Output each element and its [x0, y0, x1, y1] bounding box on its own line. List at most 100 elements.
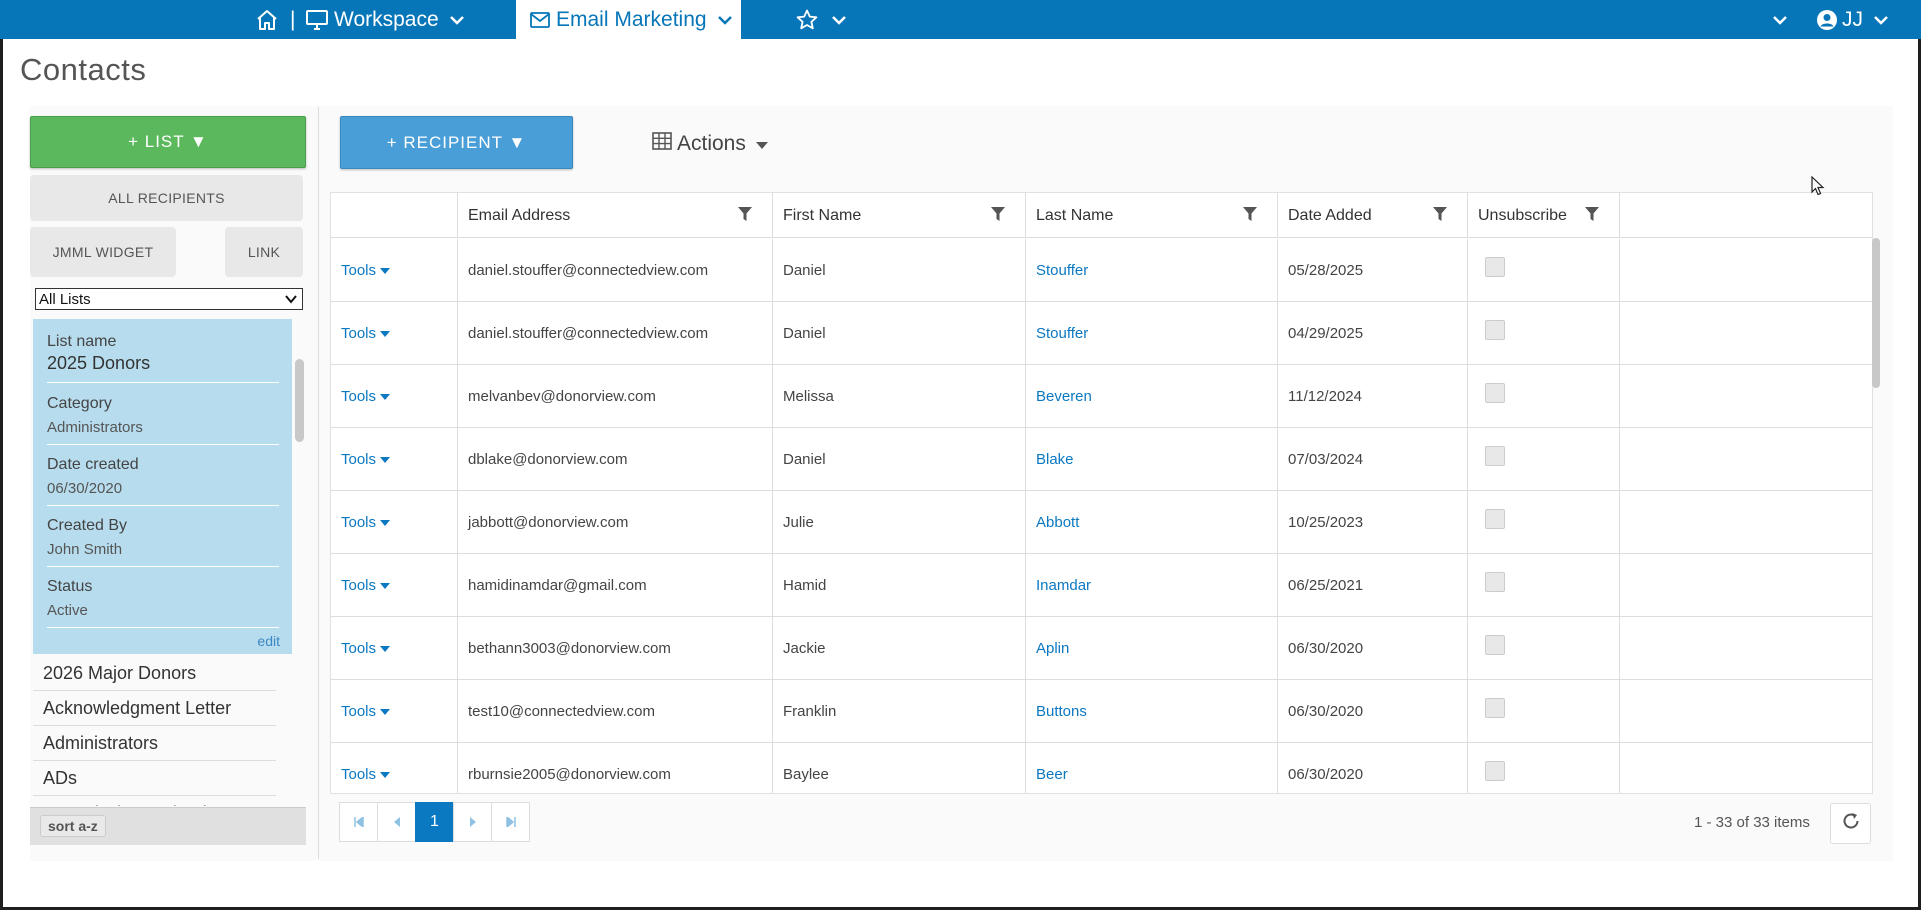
list-name-field: List name 2025 Donors	[47, 333, 279, 383]
last-name-cell[interactable]: Stouffer	[1026, 302, 1278, 365]
unsubscribe-cell	[1468, 239, 1620, 302]
unsubscribe-checkbox[interactable]	[1485, 572, 1505, 592]
unsubscribe-checkbox[interactable]	[1485, 446, 1505, 466]
refresh-button[interactable]	[1830, 803, 1871, 844]
date-added-cell: 05/28/2025	[1278, 239, 1468, 302]
add-recipient-button[interactable]: + RECIPIENT ▼	[340, 116, 573, 169]
workspace-menu[interactable]: Workspace	[305, 0, 465, 39]
unsubscribe-checkbox[interactable]	[1485, 320, 1505, 340]
tools-dropdown[interactable]: Tools	[341, 703, 391, 720]
unsubscribe-checkbox[interactable]	[1485, 383, 1505, 403]
link-button[interactable]: LINK	[225, 227, 303, 277]
unsubscribe-checkbox[interactable]	[1485, 509, 1505, 529]
list-item[interactable]: Annual Dinner Thank you	[33, 796, 276, 807]
unsubscribe-checkbox[interactable]	[1485, 635, 1505, 655]
next-page-button[interactable]	[453, 802, 492, 842]
first-name-cell: Hamid	[773, 554, 1026, 617]
last-name-cell[interactable]: Blake	[1026, 428, 1278, 491]
last-name-value[interactable]: Abbott	[1036, 514, 1079, 531]
filter-icon[interactable]	[1243, 207, 1257, 227]
email-cell: bethann3003@donorview.com	[458, 617, 773, 680]
page-number-button[interactable]: 1	[415, 802, 454, 842]
last-page-button[interactable]	[491, 802, 530, 842]
caret-down-icon	[380, 325, 391, 342]
tools-dropdown[interactable]: Tools	[341, 325, 391, 342]
list-filter-select[interactable]: All Lists	[35, 288, 303, 310]
email-value: hamidinamdar@gmail.com	[468, 577, 647, 594]
tools-dropdown[interactable]: Tools	[341, 577, 391, 594]
email-marketing-label: Email Marketing	[556, 7, 707, 31]
notifications-dropdown[interactable]	[1772, 0, 1788, 39]
first-name-cell: Daniel	[773, 239, 1026, 302]
first-name-cell: Franklin	[773, 680, 1026, 743]
tools-dropdown[interactable]: Tools	[341, 388, 391, 405]
sort-bar: sort a-z	[30, 807, 306, 845]
prev-page-button[interactable]	[377, 802, 416, 842]
column-header-email[interactable]: Email Address	[458, 193, 773, 238]
add-list-button[interactable]: + LIST ▼	[30, 116, 306, 168]
last-name-value[interactable]: Stouffer	[1036, 325, 1088, 342]
actions-menu[interactable]: Actions	[652, 132, 768, 156]
last-name-cell[interactable]: Abbott	[1026, 491, 1278, 554]
date-added-cell: 07/03/2024	[1278, 428, 1468, 491]
column-header-date-added[interactable]: Date Added	[1278, 193, 1468, 238]
list-item[interactable]: 2026 Major Donors	[33, 656, 276, 691]
last-name-cell[interactable]: Buttons	[1026, 680, 1278, 743]
sidebar-scrollbar[interactable]	[295, 359, 304, 442]
last-name-cell[interactable]: Inamdar	[1026, 554, 1278, 617]
all-recipients-button[interactable]: ALL RECIPIENTS	[30, 175, 303, 221]
column-header-unsubscribe[interactable]: Unsubscribe	[1468, 193, 1620, 238]
tab-email-marketing[interactable]: Email Marketing	[516, 0, 741, 39]
grid-scrollbar[interactable]	[1872, 238, 1880, 388]
last-name-value[interactable]: Inamdar	[1036, 577, 1091, 594]
list-item[interactable]: Acknowledgment Letter	[33, 691, 276, 726]
tools-dropdown[interactable]: Tools	[341, 451, 391, 468]
unsubscribe-checkbox[interactable]	[1485, 698, 1505, 718]
first-name-cell: Julie	[773, 491, 1026, 554]
tools-dropdown[interactable]: Tools	[341, 262, 391, 279]
last-name-value[interactable]: Beveren	[1036, 388, 1092, 405]
tools-cell: Tools	[331, 743, 458, 793]
last-name-cell[interactable]: Beveren	[1026, 365, 1278, 428]
last-name-cell[interactable]: Beer	[1026, 743, 1278, 793]
last-name-value[interactable]: Buttons	[1036, 703, 1087, 720]
unsubscribe-checkbox[interactable]	[1485, 761, 1505, 781]
tools-dropdown[interactable]: Tools	[341, 766, 391, 783]
last-name-value[interactable]: Stouffer	[1036, 262, 1088, 279]
chevron-down-icon	[831, 14, 847, 26]
last-name-cell[interactable]: Aplin	[1026, 617, 1278, 680]
first-page-button[interactable]	[339, 802, 378, 842]
email-value: daniel.stouffer@connectedview.com	[468, 262, 709, 279]
filter-icon[interactable]	[1433, 207, 1447, 227]
table-row: Tools bethann3003@donorview.com Jackie Apli…	[331, 617, 1872, 680]
column-header-first-name[interactable]: First Name	[773, 193, 1026, 238]
unsubscribe-checkbox[interactable]	[1485, 257, 1505, 277]
last-name-cell[interactable]: Stouffer	[1026, 239, 1278, 302]
last-name-value[interactable]: Aplin	[1036, 640, 1069, 657]
list-item[interactable]: ADs	[33, 761, 276, 796]
favorites-menu[interactable]	[795, 0, 847, 39]
filter-icon[interactable]	[991, 207, 1005, 227]
edit-list-link[interactable]: edit	[257, 633, 280, 649]
filter-icon[interactable]	[1585, 207, 1599, 227]
table-row: Tools daniel.stouffer@connectedview.com Da…	[331, 239, 1872, 302]
unsubscribe-cell	[1468, 302, 1620, 365]
date-added-value: 04/29/2025	[1288, 325, 1364, 342]
first-name-value: Franklin	[783, 703, 837, 720]
workspace-label: Workspace	[334, 7, 439, 31]
monitor-icon	[305, 9, 329, 31]
tools-dropdown[interactable]: Tools	[341, 514, 391, 531]
date-added-cell: 06/30/2020	[1278, 743, 1468, 793]
last-name-value[interactable]: Blake	[1036, 451, 1074, 468]
filter-icon[interactable]	[738, 207, 752, 227]
home-icon[interactable]	[255, 0, 279, 39]
sort-az-button[interactable]: sort a-z	[40, 815, 106, 837]
column-header-last-name[interactable]: Last Name	[1026, 193, 1278, 238]
jmml-widget-button[interactable]: JMML WIDGET	[30, 227, 176, 277]
recipients-grid: Email Address First Name Last Name Date …	[330, 192, 1873, 794]
tools-dropdown[interactable]: Tools	[341, 640, 391, 657]
status-label: Status	[47, 578, 93, 595]
user-menu[interactable]: JJ	[1816, 0, 1889, 39]
list-item[interactable]: Administrators	[33, 726, 276, 761]
last-name-value[interactable]: Beer	[1036, 766, 1068, 783]
